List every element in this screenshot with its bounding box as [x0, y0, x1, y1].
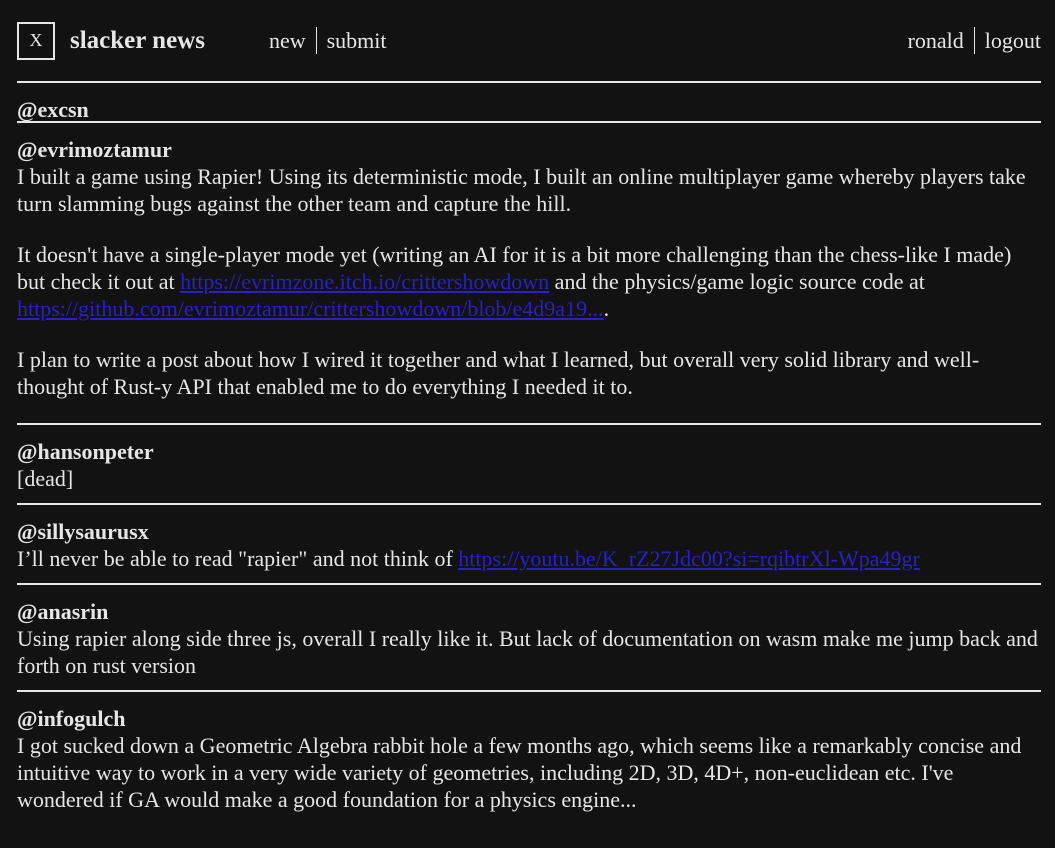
- comment-text: Using rapier along side three js, overal…: [17, 626, 1038, 678]
- comment-link[interactable]: https://github.com/evrimoztamur/critters…: [17, 296, 604, 321]
- logout-link[interactable]: logout: [985, 27, 1041, 54]
- comment-text: .: [603, 296, 610, 321]
- nav-divider: [315, 27, 317, 54]
- comment-text: [dead]: [17, 466, 74, 491]
- comment-link[interactable]: https://evrimzone.itch.io/crittershowdow…: [180, 269, 549, 294]
- comment-text: and the physics/game logic source code a…: [549, 269, 925, 294]
- comment: @excsn: [17, 83, 1041, 123]
- nav: new submit: [269, 27, 387, 54]
- comment: @anasrin Using rapier along side three j…: [17, 585, 1041, 692]
- comment-text: I got sucked down a Geometric Algebra ra…: [17, 733, 1022, 812]
- nav-new-link[interactable]: new: [269, 27, 306, 54]
- comment-text: I’ll never be able to read "rapier" and …: [17, 546, 459, 571]
- user-menu: ronald logout: [908, 27, 1041, 54]
- comment: @sillysaurusx I’ll never be able to read…: [17, 505, 1041, 585]
- comment-author[interactable]: @hansonpeter: [17, 438, 1041, 465]
- site-title[interactable]: slacker news: [70, 27, 205, 54]
- comment: @infogulch I got sucked down a Geometric…: [17, 692, 1041, 813]
- comment-paragraph: I built a game using Rapier! Using its d…: [17, 164, 1026, 216]
- comment: @hansonpeter [dead]: [17, 425, 1041, 505]
- logo[interactable]: X: [17, 21, 55, 60]
- comment-paragraph: It doesn't have a single-player mode yet…: [17, 241, 1041, 322]
- user-divider: [973, 27, 975, 54]
- comment-author[interactable]: @anasrin: [17, 598, 1041, 625]
- nav-submit-link[interactable]: submit: [327, 27, 387, 54]
- header: X slacker news new submit ronald logout: [17, 0, 1041, 83]
- username-link[interactable]: ronald: [908, 27, 964, 54]
- comment-paragraph: I’ll never be able to read "rapier" and …: [17, 545, 1041, 572]
- page: X slacker news new submit ronald logout …: [0, 0, 1055, 813]
- comment-author[interactable]: @sillysaurusx: [17, 518, 1041, 545]
- comment-paragraph: I plan to write a post about how I wired…: [17, 347, 980, 399]
- comment-author[interactable]: @excsn: [17, 96, 1041, 123]
- comment-author[interactable]: @evrimoztamur: [17, 136, 1041, 163]
- comment-link[interactable]: https://youtu.be/K_rZ27Jdc00?si=rqibtrXl…: [458, 546, 920, 571]
- comment-author[interactable]: @infogulch: [17, 705, 1041, 732]
- comment: @evrimoztamur I built a game using Rapie…: [17, 123, 1041, 425]
